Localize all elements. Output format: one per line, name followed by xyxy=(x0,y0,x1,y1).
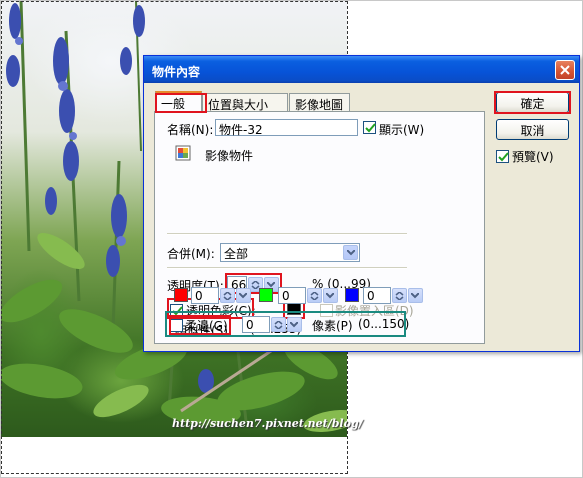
soft-edge-dropdown-button[interactable] xyxy=(287,317,302,332)
preview-checkbox[interactable] xyxy=(496,150,509,163)
show-checkbox[interactable] xyxy=(363,121,376,134)
green-spinner[interactable] xyxy=(307,288,322,303)
red-swatch xyxy=(174,288,188,302)
checkmark-icon xyxy=(365,123,376,133)
object-type-label: 影像物件 xyxy=(205,149,254,163)
name-label: 名稱(N): xyxy=(167,123,214,137)
cancel-button[interactable]: 取消 xyxy=(496,119,569,140)
separator-1 xyxy=(167,233,407,235)
object-properties-dialog: 物件內容 一般 位置與大小 影像地圖 名稱(N): 物件-32 顯示(W) 影像… xyxy=(143,55,580,352)
spin-arrows-icon xyxy=(223,292,232,300)
dialog-title: 物件內容 xyxy=(144,56,579,83)
general-panel: 名稱(N): 物件-32 顯示(W) 影像物件 合併(M): 全部 透明度(T)… xyxy=(154,111,485,344)
green-dropdown-button[interactable] xyxy=(323,288,338,303)
chevron-down-icon xyxy=(347,250,355,256)
close-icon xyxy=(560,65,570,75)
checkmark-icon xyxy=(172,306,183,316)
soft-edge-checkbox[interactable] xyxy=(170,319,183,332)
blue-swatch xyxy=(345,288,359,302)
green-value-field[interactable]: 0 xyxy=(278,287,306,304)
image-into-area-checkbox[interactable] xyxy=(320,304,333,317)
soft-edge-field[interactable]: 0 xyxy=(242,316,270,333)
merge-label: 合併(M): xyxy=(167,247,215,261)
merge-dropdown-button[interactable] xyxy=(343,245,358,260)
separator-2 xyxy=(167,267,407,269)
spin-arrows-icon xyxy=(274,321,283,329)
tab-position-size[interactable]: 位置與大小 xyxy=(202,93,288,112)
soft-edge-spinner[interactable] xyxy=(271,317,286,332)
chevron-down-icon xyxy=(290,322,298,328)
spin-arrows-icon xyxy=(395,292,404,300)
pixel-range: (0...150) xyxy=(358,317,410,331)
green-swatch xyxy=(259,288,273,302)
preview-label: 預覽(V) xyxy=(512,150,554,164)
close-button[interactable] xyxy=(555,60,575,80)
name-field[interactable]: 物件-32 xyxy=(215,119,358,137)
red-spinner[interactable] xyxy=(220,288,235,303)
chevron-down-icon xyxy=(411,293,419,299)
spin-arrows-icon xyxy=(310,292,319,300)
merge-dropdown[interactable]: 全部 xyxy=(220,243,360,262)
checkmark-icon xyxy=(498,152,509,162)
tab-image-map[interactable]: 影像地圖 xyxy=(289,93,350,112)
show-label: 顯示(W) xyxy=(379,123,425,137)
blue-value-field[interactable]: 0 xyxy=(363,287,391,304)
tab-general[interactable]: 一般 xyxy=(155,91,202,113)
watermark-text: http://suchen7.pixnet.net/blog/ xyxy=(172,417,363,430)
chevron-down-icon xyxy=(326,293,334,299)
transparent-color-swatch[interactable] xyxy=(287,303,301,315)
red-dropdown-button[interactable] xyxy=(236,288,251,303)
red-value-field[interactable]: 0 xyxy=(191,287,219,304)
blue-spinner[interactable] xyxy=(392,288,407,303)
ok-button[interactable]: 確定 xyxy=(496,92,569,113)
pixel-label: 像素(P) xyxy=(312,319,353,333)
chevron-down-icon xyxy=(239,293,247,299)
transparent-color-checkbox[interactable] xyxy=(170,304,183,317)
image-object-icon xyxy=(175,145,191,161)
merge-value: 全部 xyxy=(224,247,249,261)
blue-dropdown-button[interactable] xyxy=(408,288,423,303)
soft-edge-label: 柔邊(G): xyxy=(185,319,232,333)
